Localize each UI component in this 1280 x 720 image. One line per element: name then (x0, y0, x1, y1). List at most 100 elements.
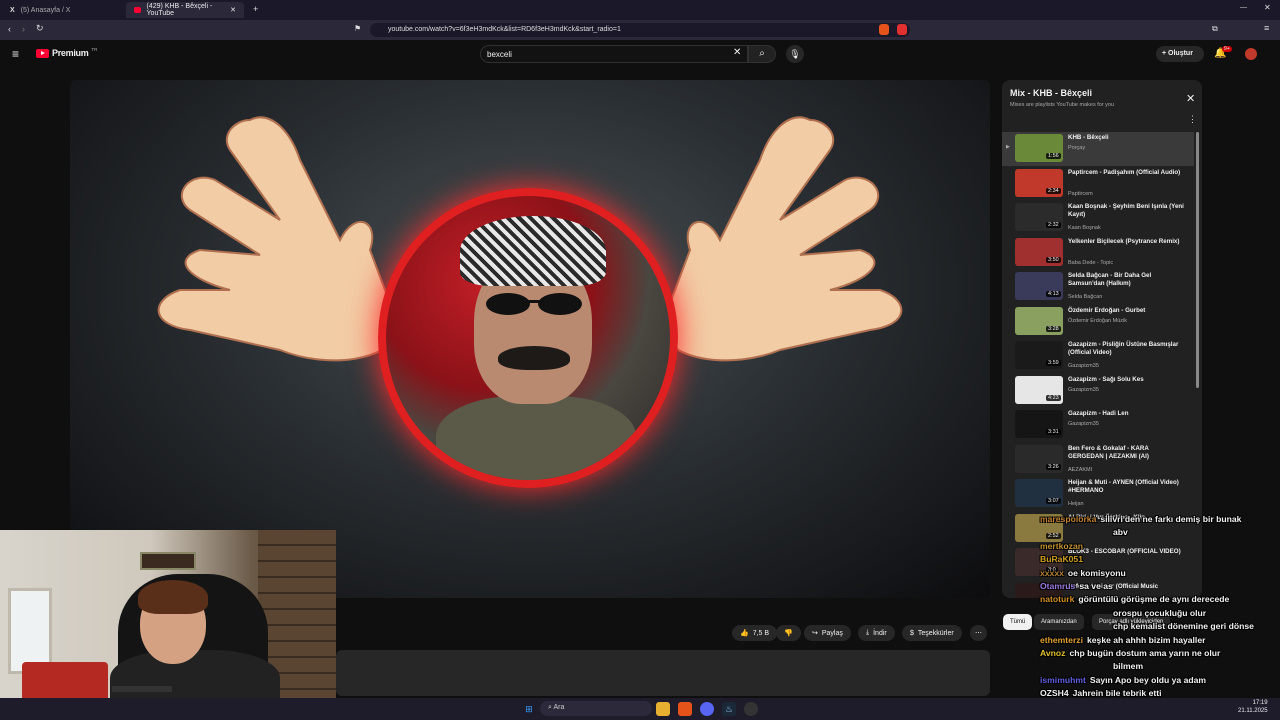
video-title[interactable]: Yelkenler Biçilecek (Psytrance Remix) (1068, 238, 1186, 246)
video-title[interactable]: Gazapizm - Sağı Solu Kes (1068, 376, 1186, 384)
discord-icon[interactable] (700, 702, 714, 716)
windows-start-icon[interactable]: ⊞ (522, 702, 536, 716)
file-explorer-icon[interactable] (656, 702, 670, 716)
playlist-item[interactable]: 3:07 Heijan & Muti - AYNEN (Official Vide… (1002, 477, 1194, 511)
create-button[interactable]: + Oluştur (1156, 46, 1204, 62)
channel-name[interactable]: Kaan Boşnak (1068, 225, 1101, 231)
video-duration: 3:26 (1046, 463, 1061, 470)
playlist-item[interactable]: 4:13 Selda Bağcan - Bir Daha Gel Samsun'd… (1002, 270, 1194, 304)
logo-text: Premium (52, 48, 89, 58)
chat-username: BuRaK051 (1040, 554, 1083, 565)
chip-all[interactable]: Tümü (1003, 614, 1033, 630)
channel-name[interactable]: Porçay (1068, 145, 1085, 151)
channel-name[interactable]: Selda Bağcan (1068, 294, 1102, 300)
taskbar-clock[interactable]: 17:19 21.11.2025 (1238, 700, 1268, 716)
sunglasses-icon (486, 293, 582, 315)
video-duration: 4:13 (1046, 291, 1061, 297)
tab-youtube[interactable]: (429) KHB - Bêxçeli - YouTube ✕ (126, 2, 244, 18)
video-title[interactable]: Ben Fero & Gokalaf - KARA GERGEDAN | AEZ… (1068, 445, 1186, 461)
thanks-label: Teşekkürler (917, 629, 954, 637)
taskbar-search[interactable]: ⌕ Ara (540, 701, 652, 716)
playlist-item[interactable]: 3:50 Yelkenler Biçilecek (Psytrance Remix… (1002, 236, 1194, 270)
minimize-icon[interactable]: — (1240, 4, 1247, 11)
video-player[interactable] (70, 80, 990, 598)
channel-name[interactable]: Gazapizm35 (1068, 387, 1099, 393)
video-title[interactable]: Selda Bağcan - Bir Daha Gel Samsun'dan (… (1068, 272, 1186, 288)
channel-name[interactable]: Gazapizm35 (1068, 363, 1099, 369)
playlist-item[interactable]: 3:31 Gazapizm - Hadi Len Gazapizm35 (1002, 408, 1194, 442)
back-icon[interactable]: ‹ (8, 24, 11, 34)
channel-name[interactable]: Baba Dede - Topic (1068, 260, 1113, 266)
brave-browser-icon[interactable] (678, 702, 692, 716)
voice-search-button[interactable]: 🎙 (786, 45, 804, 63)
video-duration: 3:28 (1046, 325, 1061, 332)
video-title[interactable]: Paptircem - Padişahım (Official Audio) (1068, 169, 1186, 177)
close-window-icon[interactable]: ✕ (1264, 3, 1271, 12)
channel-name[interactable]: AEZAKMI (1068, 467, 1092, 473)
thumbs-down-icon: 👎 (784, 630, 793, 637)
now-playing-icon: ▶ (1006, 144, 1010, 150)
channel-name[interactable]: Özdemir Erdoğan Müzik (1068, 318, 1127, 324)
chat-message: abv (1040, 527, 1128, 537)
tab-x-home[interactable]: X (5) Anasayfa / X (2, 2, 120, 18)
playlist-more-icon[interactable]: ⋮ (1188, 114, 1197, 125)
chat-text: keşke ah ahhh bizim hayaller (1086, 634, 1206, 645)
video-title[interactable]: Gazapizm - Pisliğin Üstüne Basmışlar (Of… (1068, 341, 1186, 357)
taskbar-search-placeholder: Ara (553, 704, 565, 711)
chat-message: OZSH4 Jahrein bile tebrik etti (1040, 688, 1162, 698)
video-title[interactable]: Özdemir Erdoğan - Gurbet (1068, 307, 1186, 315)
chat-username: OZSH4 (1040, 688, 1069, 699)
thanks-button[interactable]: $ Teşekkürler (902, 625, 962, 641)
hamburger-menu-icon[interactable]: ≡ (12, 47, 19, 61)
bookmark-icon[interactable]: ⚑ (354, 24, 361, 33)
description-box[interactable] (336, 650, 990, 696)
search-input[interactable]: bexceli (480, 45, 748, 63)
url-text: youtube.com/watch?v=6f3eH3mdKck&list=RD6… (388, 26, 621, 33)
clock-time: 17:19 (1252, 700, 1268, 706)
extensions-icon[interactable]: ⧉ (1212, 24, 1218, 34)
playlist-item[interactable]: 3:59 Gazapizm - Pisliğin Üstüne Basmışlar… (1002, 339, 1194, 373)
menu-icon[interactable]: ≡ (1264, 23, 1269, 33)
youtube-logo[interactable]: Premium TR (36, 47, 97, 58)
obs-icon[interactable] (744, 702, 758, 716)
video-title[interactable]: Kaan Boşnak - Şeyhim Beni Işınla (Yeni K… (1068, 203, 1186, 219)
playlist-item[interactable]: 3:28 Özdemir Erdoğan - Gurbet Özdemir Erdo… (1002, 305, 1194, 339)
playlist-item[interactable]: ▶ 1:56 KHB - Bêxçeli Porçay (1002, 132, 1194, 166)
close-tab-icon[interactable]: ✕ (230, 6, 236, 14)
clear-search-icon[interactable]: ✕ (733, 47, 741, 58)
brave-rewards-icon[interactable] (897, 24, 907, 35)
chat-username: natoturk (1040, 594, 1075, 605)
steam-icon[interactable]: ♨ (722, 702, 736, 716)
dislike-button[interactable]: 👎 (776, 625, 801, 641)
forward-icon[interactable]: › (22, 24, 25, 34)
channel-name[interactable]: Heijan (1068, 501, 1084, 507)
like-button[interactable]: 👍 7,5 B (732, 625, 778, 641)
playlist-item[interactable]: 4:23 Gazapizm - Sağı Solu Kes Gazapizm35 (1002, 374, 1194, 408)
webcam-overlay (0, 530, 336, 720)
new-tab-icon[interactable]: + (253, 4, 258, 14)
avatar[interactable] (1245, 48, 1257, 60)
video-title[interactable]: KHB - Bêxçeli (1068, 134, 1186, 142)
streamer-hair (138, 580, 208, 614)
download-button[interactable]: ⤓ İndir (858, 625, 895, 641)
playlist-item[interactable]: 3:26 Ben Fero & Gokalaf - KARA GERGEDAN |… (1002, 443, 1194, 477)
url-field[interactable]: youtube.com/watch?v=6f3eH3mdKck&list=RD6… (370, 23, 910, 37)
playlist-item[interactable]: 2:32 Kaan Boşnak - Şeyhim Beni Işınla (Ye… (1002, 201, 1194, 235)
more-actions-button[interactable]: ⋯ (970, 625, 987, 641)
close-playlist-icon[interactable]: ✕ (1186, 92, 1195, 105)
reload-icon[interactable]: ↻ (36, 23, 44, 34)
share-button[interactable]: ↪ Paylaş (804, 625, 851, 641)
video-title[interactable]: Heijan & Muti - AYNEN (Official Video) #… (1068, 479, 1186, 495)
search-button[interactable]: ⌕ (748, 45, 776, 63)
channel-name[interactable]: Gazapizm35 (1068, 421, 1099, 427)
playlist-subtitle: Mixes are playlists YouTube makes for yo… (1010, 102, 1115, 108)
video-title[interactable]: Gazapizm - Hadi Len (1068, 410, 1186, 418)
playlist-scrollbar[interactable] (1196, 132, 1199, 388)
download-icon: ⤓ (866, 629, 870, 636)
brave-shield-icon[interactable] (879, 24, 889, 35)
channel-name[interactable]: Paptircem (1068, 191, 1093, 197)
chat-message: ethemterzi keşke ah ahhh bizim hayaller (1040, 635, 1205, 645)
playlist-item[interactable]: 2:34 Paptircem - Padişahım (Official Audi… (1002, 167, 1194, 201)
chat-text: abv (1113, 527, 1128, 538)
tab-label: (5) Anasayfa / X (20, 6, 71, 14)
